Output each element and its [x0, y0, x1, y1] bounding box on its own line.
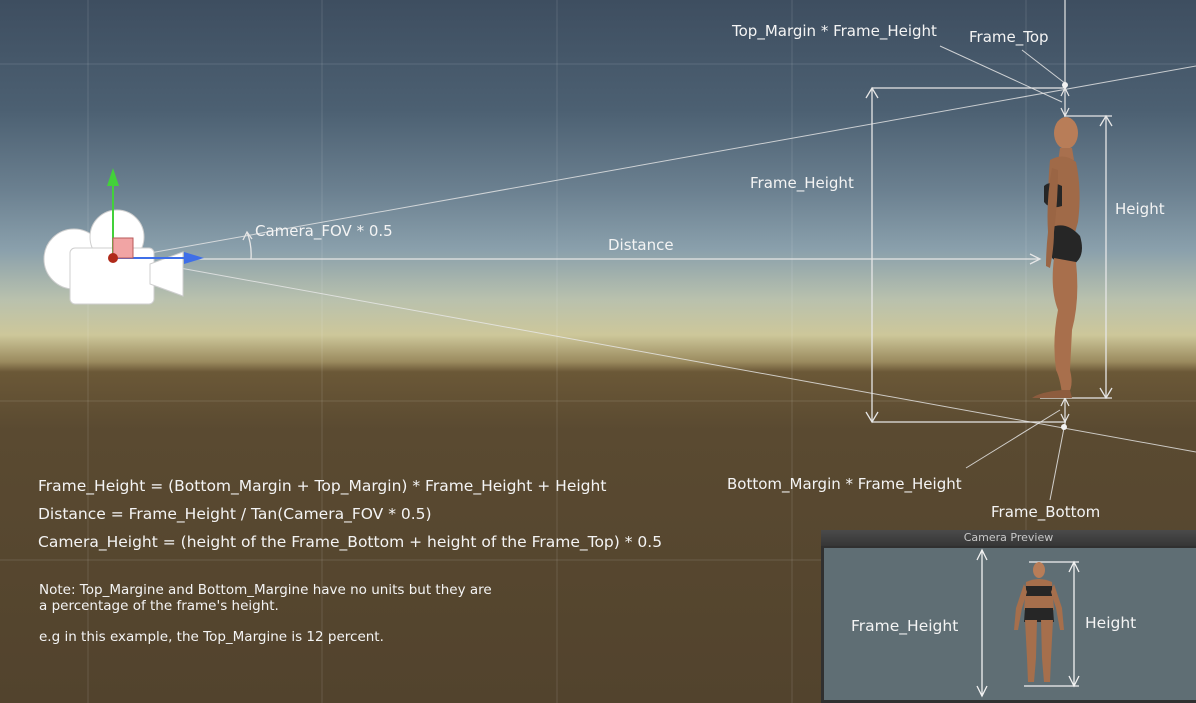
- formula-distance: Distance = Frame_Height / Tan(Camera_FOV…: [38, 505, 432, 523]
- note-text: Note: Top_Margine and Bottom_Margine hav…: [39, 582, 492, 614]
- distance-label: Distance: [608, 236, 674, 254]
- frame-height-dimension: [865, 86, 1066, 424]
- frustum-bottom-line: [179, 267, 1196, 453]
- preview-frame-height-label: Frame_Height: [851, 617, 959, 635]
- top-margin-label: Top_Margin * Frame_Height: [732, 22, 937, 40]
- formula-camera-height: Camera_Height = (height of the Frame_Bot…: [38, 533, 663, 551]
- character-figure: [1032, 117, 1082, 398]
- frame-bottom-point: [1061, 424, 1067, 430]
- camera-gizmo-icon: [43, 168, 204, 305]
- height-label: Height: [1115, 200, 1165, 218]
- formula-frame-height: Frame_Height = (Bottom_Margin + Top_Marg…: [38, 477, 607, 495]
- camera-preview-title: Camera Preview: [821, 530, 1196, 546]
- camera-preview-viewport: Frame_Height Height: [824, 548, 1196, 700]
- camera-preview-panel: Camera Preview Frame_Height Height: [821, 530, 1196, 703]
- scene-view: Top_Margin * Frame_Height Frame_Top Fram…: [0, 0, 1196, 703]
- bottom-margin-label: Bottom_Margin * Frame_Height: [727, 475, 962, 493]
- preview-character-figure: [1014, 562, 1064, 682]
- note-example: e.g in this example, the Top_Margine is …: [39, 629, 384, 645]
- leader-lines: [939, 45, 1067, 501]
- frame-height-label: Frame_Height: [750, 174, 854, 192]
- frame-bottom-label: Frame_Bottom: [991, 503, 1101, 521]
- preview-height-label: Height: [1085, 614, 1137, 632]
- frame-top-point: [1062, 82, 1068, 88]
- camera-fov-label: Camera_FOV * 0.5: [255, 222, 393, 240]
- frame-top-label: Frame_Top: [969, 28, 1049, 46]
